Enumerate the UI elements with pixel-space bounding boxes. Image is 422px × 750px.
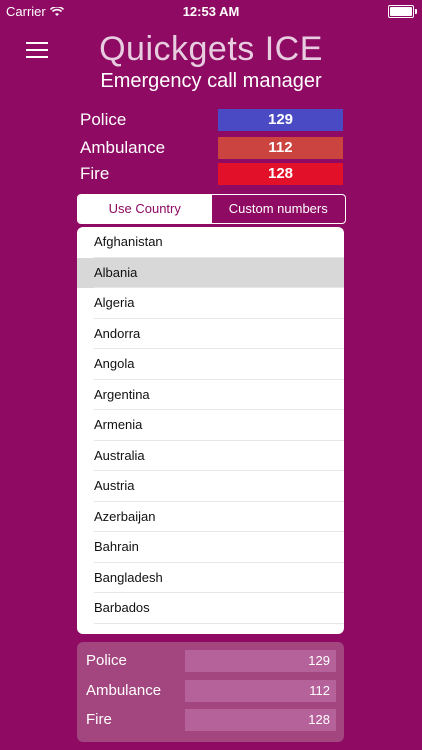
app-title: Quickgets ICE xyxy=(99,30,323,68)
summary-label: Police xyxy=(86,652,127,669)
number-row-ambulance: Ambulance 112 xyxy=(80,137,343,159)
use-country-tab[interactable]: Use Country xyxy=(78,195,212,223)
list-item[interactable]: Albania xyxy=(77,257,344,288)
list-item[interactable]: Bahrain xyxy=(77,532,344,563)
number-label: Police xyxy=(80,110,127,129)
list-item[interactable]: Afghanistan xyxy=(77,227,344,258)
summary-label: Ambulance xyxy=(86,682,162,699)
summary-row-police: Police 129 xyxy=(77,650,344,672)
status-bar: Carrier 12:53 AM xyxy=(0,0,422,22)
summary-row-fire: Fire 128 xyxy=(77,709,344,731)
summary-row-ambulance: Ambulance 112 xyxy=(77,680,344,702)
number-label: Fire xyxy=(80,164,110,183)
mode-segmented-control: Use Country Custom numbers xyxy=(77,194,346,224)
list-item[interactable]: Barbados xyxy=(77,593,344,624)
list-item[interactable]: Angola xyxy=(77,349,344,380)
custom-numbers-tab[interactable]: Custom numbers xyxy=(212,195,346,223)
app-subtitle: Emergency call manager xyxy=(100,70,322,92)
list-item[interactable]: Austria xyxy=(77,471,344,502)
list-item[interactable]: Argentina xyxy=(77,380,344,411)
battery-icon xyxy=(388,5,417,18)
list-item[interactable]: Australia xyxy=(77,441,344,472)
number-row-police: Police 129 xyxy=(80,109,343,131)
summary-label: Fire xyxy=(86,711,112,728)
clock: 12:53 AM xyxy=(182,4,240,19)
summary-value: 129 xyxy=(185,650,336,672)
list-item[interactable]: Armenia xyxy=(77,410,344,441)
list-item[interactable]: Andorra xyxy=(77,319,344,350)
fire-number[interactable]: 128 xyxy=(218,163,343,185)
summary-panel: Police 129 Ambulance 112 Fire 128 xyxy=(77,642,344,742)
ambulance-number[interactable]: 112 xyxy=(218,137,343,159)
list-item[interactable]: Bangladesh xyxy=(77,563,344,594)
number-label: Ambulance xyxy=(80,138,166,157)
police-number[interactable]: 129 xyxy=(218,109,343,131)
list-item[interactable]: Azerbaijan xyxy=(77,502,344,533)
country-list[interactable]: Afghanistan Albania Algeria Andorra Angola Ar… xyxy=(77,227,344,634)
list-item[interactable]: Algeria xyxy=(77,288,344,319)
summary-value: 128 xyxy=(185,709,336,731)
number-row-fire: Fire 128 xyxy=(80,163,343,185)
summary-value: 112 xyxy=(185,680,336,702)
